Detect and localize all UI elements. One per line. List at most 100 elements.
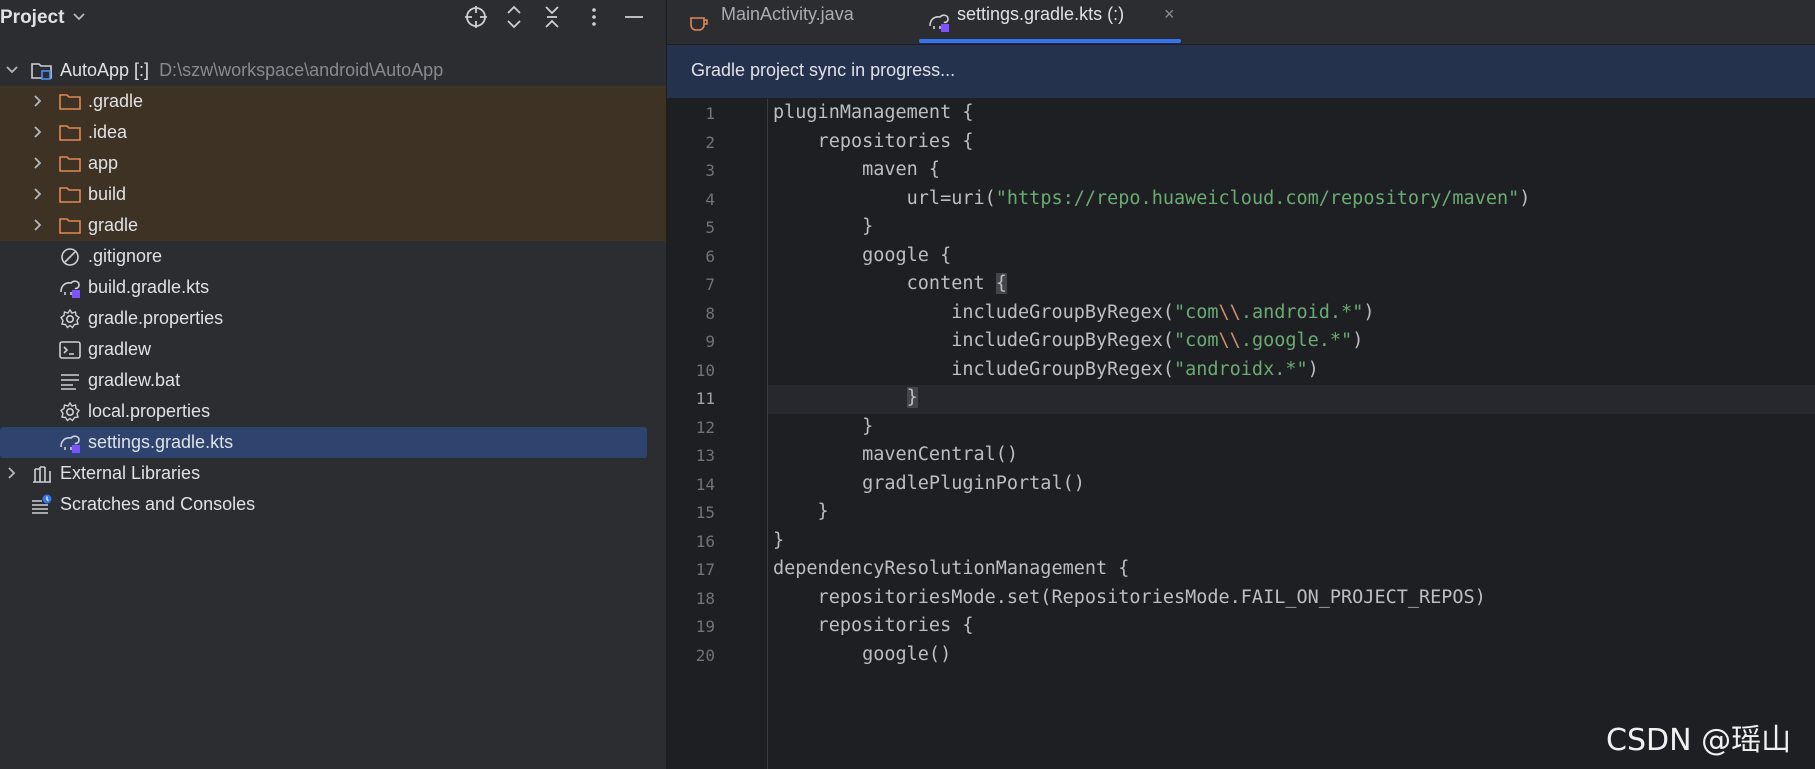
matched-brace: {	[995, 273, 1007, 294]
folder-icon	[58, 183, 82, 207]
tree-item-app[interactable]: app	[0, 148, 666, 179]
code-line[interactable]: repositoriesMode.set(RepositoriesMode.FA…	[773, 587, 1486, 608]
tree-item-label: gradle.properties	[88, 308, 224, 328]
string-literal: .android.*"	[1240, 301, 1364, 323]
tab-label: MainActivity.java	[721, 4, 854, 24]
active-tab-indicator	[919, 39, 1181, 43]
more-icon[interactable]	[581, 4, 607, 30]
code-token: content	[773, 273, 996, 294]
tree-root-name: AutoApp [:]	[60, 60, 150, 80]
line-number: 17	[695, 560, 715, 579]
library-icon	[30, 462, 54, 486]
code-token: repositoriesMode.set(RepositoriesMode.FA…	[773, 586, 1486, 608]
code-line[interactable]: dependencyResolutionManagement {	[773, 558, 1129, 579]
collapse-all-icon[interactable]	[539, 4, 565, 30]
code-token: }	[773, 216, 874, 237]
tree-root-autoapp[interactable]: AutoApp [:] D:\szw\workspace\android\Auto…	[0, 55, 666, 86]
tree-item-label: External Libraries	[60, 463, 201, 483]
chevron-right-icon[interactable]	[30, 216, 46, 234]
code-token: }	[773, 415, 874, 437]
tree-item-settings-gradle-kts[interactable]: settings.gradle.kts	[0, 427, 647, 458]
line-number: 10	[695, 360, 715, 380]
code-line[interactable]: includeGroupByRegex("com\\.google.*")	[773, 330, 1363, 351]
line-number: 13	[695, 446, 715, 465]
tree-item-gradlew-bat[interactable]: gradlew.bat	[0, 365, 666, 396]
close-icon[interactable]: ×	[1164, 4, 1175, 25]
code-line[interactable]: }	[773, 530, 784, 551]
line-number: 16	[695, 531, 715, 551]
tree-item-gradle-properties[interactable]: gradle.properties	[0, 303, 666, 334]
line-number: 15	[695, 503, 715, 522]
chevron-right-icon[interactable]	[30, 92, 46, 110]
tab-label: settings.gradle.kts (:)	[957, 4, 1125, 24]
code-line[interactable]: }	[773, 216, 873, 237]
minimize-icon[interactable]	[621, 4, 647, 30]
code-line[interactable]: }	[773, 501, 829, 522]
tree-item-label: build.gradle.kts	[88, 277, 210, 297]
code-line[interactable]: url=uri("https://repo.huaweicloud.com/re…	[773, 187, 1531, 209]
crosshair-icon[interactable]	[463, 4, 489, 30]
code-line[interactable]: repositories {	[773, 615, 974, 636]
text-lines-icon	[58, 369, 82, 393]
code-token: url=uri(	[773, 187, 996, 209]
chevron-right-icon[interactable]	[30, 123, 46, 141]
tree-item-gitignore[interactable]: .gitignore	[0, 241, 666, 272]
code-line[interactable]: mavenCentral()	[773, 444, 1018, 465]
tree-item-label: .gitignore	[88, 246, 163, 266]
line-number: 19	[695, 617, 715, 636]
tree-item-external-libraries[interactable]: External Libraries	[0, 458, 666, 489]
project-view-selector[interactable]: Project	[0, 7, 64, 29]
chevron-right-icon[interactable]	[30, 154, 46, 172]
sync-status-text: Gradle project sync in progress...	[691, 60, 956, 80]
tree-item-scratches-and-consoles[interactable]: Scratches and Consoles	[0, 489, 666, 520]
expand-all-icon[interactable]	[501, 4, 527, 30]
string-literal: "com	[1173, 301, 1219, 323]
code-token: mavenCentral()	[773, 444, 1019, 465]
tab-settings-gradle-kts[interactable]: settings.gradle.kts (:) ×	[927, 0, 1187, 44]
tree-item-build-gradle-kts[interactable]: build.gradle.kts	[0, 272, 666, 303]
chevron-down-icon[interactable]	[72, 6, 86, 26]
code-line[interactable]: maven {	[773, 159, 940, 180]
code-token: pluginManagement {	[773, 102, 974, 123]
project-tool-window: Project AutoApp [:] D:\szw\workspace\and…	[0, 0, 667, 769]
code-line[interactable]: gradlePluginPortal()	[773, 473, 1085, 494]
folder-icon	[58, 121, 82, 145]
code-token: includeGroupByRegex(	[773, 301, 1174, 323]
gradle-kts-icon	[58, 276, 82, 300]
chevron-down-icon[interactable]	[4, 61, 20, 79]
line-number: 2	[705, 132, 715, 152]
code-line[interactable]: includeGroupByRegex("com\\.android.*")	[773, 302, 1374, 323]
code-line[interactable]: google {	[773, 245, 951, 266]
tree-item-idea[interactable]: .idea	[0, 117, 666, 148]
line-number: 11	[695, 389, 715, 408]
code-line[interactable]: google()	[773, 644, 951, 665]
line-number: 18	[695, 588, 715, 608]
code-line[interactable]: }	[773, 387, 918, 408]
tree-item-gradle[interactable]: .gradle	[0, 86, 666, 117]
code-line[interactable]: includeGroupByRegex("androidx.*")	[773, 359, 1319, 380]
tree-item-build[interactable]: build	[0, 179, 666, 210]
settings-gear-icon	[58, 400, 82, 424]
chevron-right-icon[interactable]	[30, 185, 46, 203]
line-number: 20	[695, 645, 715, 665]
code-line[interactable]: content {	[773, 273, 1007, 294]
code-token: repositories {	[773, 130, 974, 152]
editor-tab-bar: MainActivity.java settings.gradle.kts (:…	[667, 0, 1815, 45]
tree-item-gradle[interactable]: gradle	[0, 210, 666, 241]
string-literal: .google.*"	[1240, 330, 1353, 351]
tree-item-gradlew[interactable]: gradlew	[0, 334, 666, 365]
terminal-icon	[58, 338, 82, 362]
code-line[interactable]: repositories {	[773, 130, 974, 152]
code-token: }	[773, 529, 785, 551]
line-number: 7	[705, 275, 715, 294]
tree-item-local-properties[interactable]: local.properties	[0, 396, 666, 427]
line-number: 14	[695, 474, 715, 494]
code-line[interactable]: }	[773, 416, 873, 437]
ignore-file-icon	[58, 245, 82, 269]
code-line[interactable]: pluginManagement {	[773, 102, 973, 123]
tree-item-label: gradlew.bat	[88, 370, 181, 390]
chevron-right-icon[interactable]	[4, 464, 20, 482]
tab-mainactivity-java[interactable]: MainActivity.java	[685, 0, 905, 44]
project-panel-header: Project	[0, 0, 666, 34]
